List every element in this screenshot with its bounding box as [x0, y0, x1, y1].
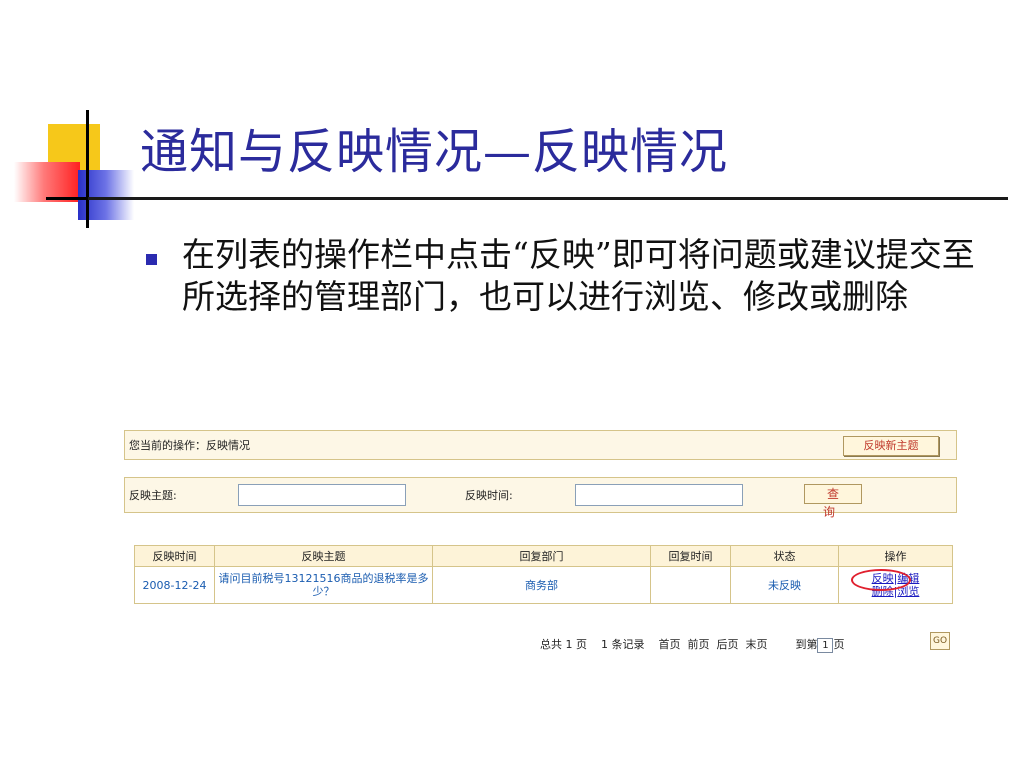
col-header: 操作 — [838, 545, 953, 567]
page-suffix: 页 — [833, 638, 845, 651]
cell-reply-time — [650, 566, 731, 604]
new-topic-button[interactable]: 反映新主题 — [843, 436, 939, 456]
table-header-row: 反映时间 反映主题 回复部门 回复时间 状态 操作 — [134, 545, 953, 567]
col-header: 回复部门 — [432, 545, 651, 567]
topic-input[interactable] — [238, 484, 406, 506]
table-row: 2008-12-24 请问目前税号13121516商品的退税率是多少？ 商务部 … — [134, 566, 953, 604]
bullet-text: 在列表的操作栏中点击“反映”即可将问题或建议提交至所选择的管理部门，也可以进行浏… — [182, 235, 975, 316]
goto-label: 到第 — [795, 638, 818, 651]
title-decoration — [0, 0, 140, 240]
app-screenshot: 您当前的操作：反映情况 反映新主题 反映主题: 反映时间: 查 询 反映时间 反… — [124, 430, 958, 660]
first-page-link[interactable]: 首页 — [659, 638, 681, 651]
go-button[interactable]: GO — [930, 632, 950, 650]
operation-bar: 您当前的操作：反映情况 反映新主题 — [124, 430, 957, 460]
cell-time: 2008-12-24 — [134, 566, 215, 604]
time-input[interactable] — [575, 484, 743, 506]
col-header: 状态 — [730, 545, 839, 567]
col-header: 反映主题 — [214, 545, 433, 567]
highlight-circle — [851, 569, 911, 591]
bullet-square-icon — [146, 254, 157, 265]
cell-dept: 商务部 — [432, 566, 651, 604]
time-label: 反映时间: — [465, 489, 513, 502]
cell-status: 未反映 — [730, 566, 839, 604]
next-page-link[interactable]: 后页 — [717, 638, 739, 651]
cell-topic: 请问目前税号13121516商品的退税率是多少？ — [214, 566, 433, 604]
reflection-table: 反映时间 反映主题 回复部门 回复时间 状态 操作 2008-12-24 请问目… — [134, 545, 953, 604]
red-gradient-bar — [14, 162, 80, 202]
topic-label: 反映主题: — [129, 489, 177, 502]
search-bar: 反映主题: 反映时间: 查 询 — [124, 477, 957, 519]
total-pages: 总共 1 页 — [540, 638, 587, 651]
current-operation-label: 您当前的操作：反映情况 — [129, 439, 250, 452]
col-header: 反映时间 — [134, 545, 215, 567]
pagination: 总共 1 页 1 条记录 首页 前页 后页 末页 到第 1 页 — [540, 636, 844, 653]
prev-page-link[interactable]: 前页 — [688, 638, 710, 651]
col-header: 回复时间 — [650, 545, 731, 567]
vertical-line — [86, 110, 89, 228]
slide-title: 通知与反映情况—反映情况 — [140, 124, 729, 180]
query-button[interactable]: 查 询 — [804, 484, 862, 519]
record-count: 1 条记录 — [601, 638, 645, 651]
title-divider — [88, 197, 1008, 200]
page-number-input[interactable]: 1 — [817, 637, 834, 653]
last-page-link[interactable]: 末页 — [746, 638, 768, 651]
